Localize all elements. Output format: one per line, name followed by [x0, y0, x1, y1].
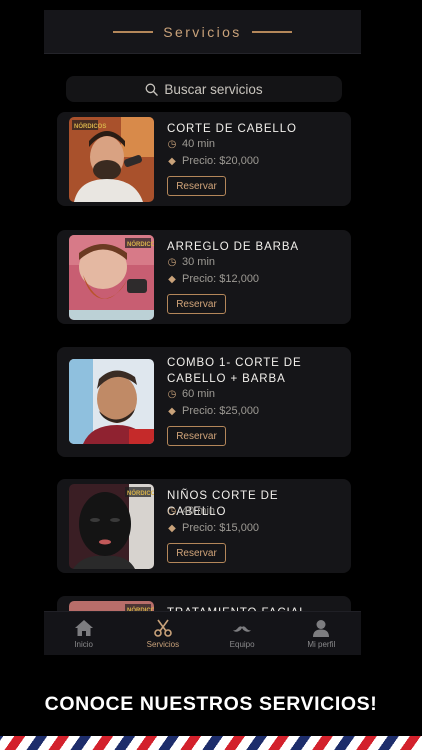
user-icon — [313, 619, 330, 637]
reserve-button[interactable]: Reservar — [167, 294, 226, 314]
tab-inicio[interactable]: Inicio — [44, 612, 123, 655]
service-duration: ◷ 40 min — [167, 505, 216, 517]
brand-logo: NÓRDICOS — [127, 240, 154, 248]
scissors-icon — [154, 619, 172, 637]
page-title: Servicios — [163, 23, 242, 40]
brand-logo: NÓRDICOS — [74, 122, 106, 130]
reserve-button[interactable]: Reservar — [167, 176, 226, 196]
service-price: ◆ Precio: $20,000 — [168, 155, 260, 167]
clock-icon: ◷ — [167, 256, 177, 268]
price-tag-icon: ◆ — [168, 155, 176, 167]
tab-mi-perfil[interactable]: Mi perfil — [282, 612, 361, 655]
service-duration: ◷ 30 min — [167, 256, 216, 268]
reserve-button[interactable]: Reservar — [167, 426, 226, 446]
clock-icon: ◷ — [167, 505, 177, 517]
search-icon — [145, 83, 159, 96]
service-photo — [69, 359, 154, 444]
service-duration: ◷ 40 min — [167, 138, 216, 150]
price-tag-icon: ◆ — [168, 405, 176, 417]
home-icon — [74, 619, 93, 636]
service-name: ARREGLO DE BARBA — [167, 241, 299, 253]
service-card[interactable]: NÓRDICOS CORTE DE CABELLO ◷ 40 min ◆ Pre… — [57, 112, 351, 206]
service-name: CORTE DE CABELLO — [167, 123, 297, 135]
service-photo: NÓRDICOS — [69, 117, 154, 202]
service-duration: ◷ 60 min — [167, 388, 216, 400]
mustache-icon — [233, 625, 252, 632]
service-name: COMBO 1- CORTE DE CABELLO + BARBA — [167, 357, 302, 385]
service-price: ◆ Precio: $25,000 — [168, 405, 260, 417]
header-right-rule — [251, 30, 292, 33]
barber-pole-stripe — [0, 736, 422, 750]
service-photo: NÓRDICOS — [69, 235, 154, 320]
clock-icon: ◷ — [167, 388, 177, 400]
search-placeholder: Buscar servicios — [164, 81, 263, 97]
search-input[interactable]: Buscar servicios — [66, 76, 342, 102]
service-photo: NÓRDICOS — [69, 484, 154, 569]
bottom-tab-bar: Inicio Servicios Equipo Mi perfil — [44, 611, 361, 655]
service-card[interactable]: COMBO 1- CORTE DE CABELLO + BARBA ◷ 60 m… — [57, 347, 351, 457]
clock-icon: ◷ — [167, 138, 177, 150]
header-bar: Servicios — [44, 10, 361, 54]
service-card[interactable]: NÓRDICOS NIÑOS CORTE DE CABELLO ◷ 40 min… — [57, 479, 351, 573]
brand-logo: NÓRDICOS — [127, 489, 154, 497]
promo-caption: CONOCE NUESTROS SERVICIOS! — [44, 693, 378, 715]
price-tag-icon: ◆ — [168, 273, 176, 285]
tab-label: Inicio — [74, 639, 93, 649]
tab-label: Servicios — [146, 639, 180, 649]
app-screen: Servicios Buscar servicios NÓRDICOS CORT… — [44, 10, 361, 655]
reserve-button[interactable]: Reservar — [167, 543, 226, 563]
header-left-rule — [113, 30, 154, 33]
service-price: ◆ Precio: $15,000 — [168, 522, 260, 534]
tab-equipo[interactable]: Equipo — [203, 612, 282, 655]
service-card[interactable]: NÓRDICOS ARREGLO DE BARBA ◷ 30 min ◆ Pre… — [57, 230, 351, 324]
tab-servicios[interactable]: Servicios — [123, 612, 202, 655]
service-price: ◆ Precio: $12,000 — [168, 273, 260, 285]
tab-label: Mi perfil — [307, 639, 336, 649]
tab-label: Equipo — [229, 639, 255, 649]
price-tag-icon: ◆ — [168, 522, 176, 534]
